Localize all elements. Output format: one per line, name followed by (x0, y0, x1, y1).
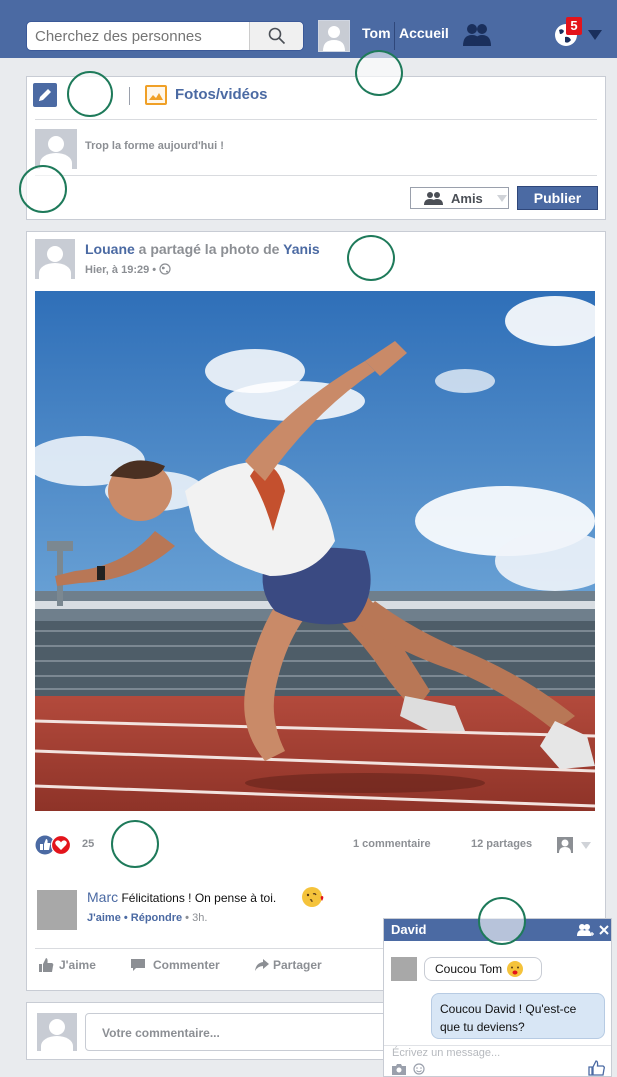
search-input[interactable] (35, 22, 245, 50)
comment-like-reply-links[interactable]: J'aime • Répondre (87, 912, 182, 924)
sprinter-photo (35, 291, 595, 811)
composer-divider (35, 119, 597, 120)
chat-contact-name[interactable]: David (391, 922, 426, 937)
annotation-circle (355, 50, 403, 96)
add-friend-to-chat-icon[interactable] (577, 923, 595, 937)
news-feed-post: Louane a partagé la photo de Yanis Hier,… (26, 231, 606, 991)
post-photo[interactable] (35, 291, 595, 811)
comment-input-placeholder: Votre commentaire... (102, 1026, 220, 1040)
search-field[interactable] (26, 21, 304, 51)
incoming-message-text: Coucou Tom (435, 962, 503, 976)
home-link[interactable]: Accueil (399, 25, 449, 41)
comment-body: Marc Félicitations ! On pense à toi. (87, 889, 276, 905)
chat-contact-avatar (391, 957, 417, 981)
status-text-input[interactable]: Trop la forme aujourd'hui ! (85, 140, 224, 152)
notification-badge: 5 (566, 17, 582, 35)
comment-input-field[interactable]: Votre commentaire... (85, 1013, 395, 1051)
comment-count[interactable]: 1 commentaire (353, 838, 431, 850)
like-label: J'aime (59, 958, 96, 972)
love-reaction-icon[interactable] (51, 835, 71, 855)
friend-requests-icon[interactable] (462, 22, 492, 46)
account-menu-caret-icon[interactable] (588, 30, 602, 40)
chevron-down-icon[interactable] (581, 842, 591, 849)
public-globe-icon (159, 263, 171, 275)
post-author-link[interactable]: Louane (85, 241, 135, 257)
thumbs-up-send-icon[interactable] (588, 1060, 606, 1076)
publish-button[interactable]: Publier (517, 186, 598, 210)
comment-composer-avatar (37, 1013, 77, 1051)
post-shared-text: a partagé la photo de (138, 241, 280, 257)
shared-from-link[interactable]: Yanis (283, 241, 320, 257)
comment-meta: J'aime • Répondre • 3h. (87, 912, 208, 924)
camera-icon[interactable] (392, 1063, 406, 1075)
post-author-avatar[interactable] (35, 239, 75, 279)
chat-window: David Coucou Tom Coucou David ! Qu'est-c… (383, 897, 612, 1077)
share-arrow-icon (255, 959, 269, 971)
audience-label: Amis (451, 190, 483, 206)
share-button[interactable]: Partager (255, 958, 322, 972)
pencil-icon (39, 89, 51, 101)
incoming-message-bubble: Coucou Tom (424, 957, 542, 981)
comment-time: 3h. (192, 912, 208, 924)
close-icon[interactable] (599, 925, 609, 935)
annotation-circle (347, 235, 395, 281)
top-navigation-bar: Tom Accueil 5 (0, 0, 617, 58)
share-count[interactable]: 12 partages (471, 838, 532, 850)
outgoing-message-bubble: Coucou David ! Qu'est-ce que tu deviens? (431, 993, 605, 1039)
thumbs-up-icon (39, 958, 54, 972)
annotation-circle (67, 71, 113, 117)
post-header: Louane a partagé la photo de Yanis (85, 241, 320, 257)
post-time-text[interactable]: Hier, à 19:29 (85, 264, 149, 276)
annotation-circle (19, 165, 67, 213)
audience-selector[interactable]: Amis (410, 187, 509, 209)
kiss-emoji-icon (507, 961, 524, 977)
comment-button[interactable]: Commenter (131, 958, 220, 972)
status-tab[interactable] (33, 83, 57, 107)
like-button[interactable]: J'aime (39, 958, 96, 972)
chevron-down-icon (496, 194, 507, 202)
tab-divider (129, 87, 130, 105)
annotation-circle (111, 820, 159, 868)
nav-divider (394, 22, 395, 50)
reaction-count[interactable]: 25 (82, 838, 94, 850)
search-icon (268, 27, 285, 45)
photo-icon[interactable] (145, 85, 167, 105)
annotation-circle (478, 897, 526, 945)
profile-name-link[interactable]: Tom (362, 25, 391, 41)
profile-avatar[interactable] (318, 20, 350, 52)
comment-text: Félicitations ! On pense à toi. (121, 891, 277, 905)
composer-divider-bottom (35, 175, 597, 176)
photos-videos-tab[interactable]: Fotos/vidéos (175, 86, 268, 103)
share-label: Partager (273, 958, 322, 972)
audience-avatar-icon[interactable] (557, 837, 573, 853)
kiss-emoji-icon (302, 887, 324, 907)
post-timestamp: Hier, à 19:29 • (85, 263, 171, 276)
outgoing-message-text: Coucou David ! Qu'est-ce que tu deviens? (440, 1002, 577, 1034)
comment-bubble-icon (131, 959, 145, 971)
status-composer: Fotos/vidéos Trop la forme aujourd'hui !… (19, 71, 606, 220)
commenter-name-link[interactable]: Marc (87, 889, 118, 905)
search-button[interactable] (249, 22, 303, 50)
comment-label: Commenter (153, 958, 220, 972)
user-silhouette-icon (319, 21, 349, 51)
commenter-avatar[interactable] (37, 890, 77, 930)
chat-input-divider (384, 1045, 611, 1046)
composer-avatar (35, 129, 77, 169)
emoji-smiley-icon[interactable] (413, 1063, 425, 1075)
chat-message-input[interactable]: Écrivez un message... (392, 1047, 500, 1059)
friends-icon (424, 192, 443, 205)
